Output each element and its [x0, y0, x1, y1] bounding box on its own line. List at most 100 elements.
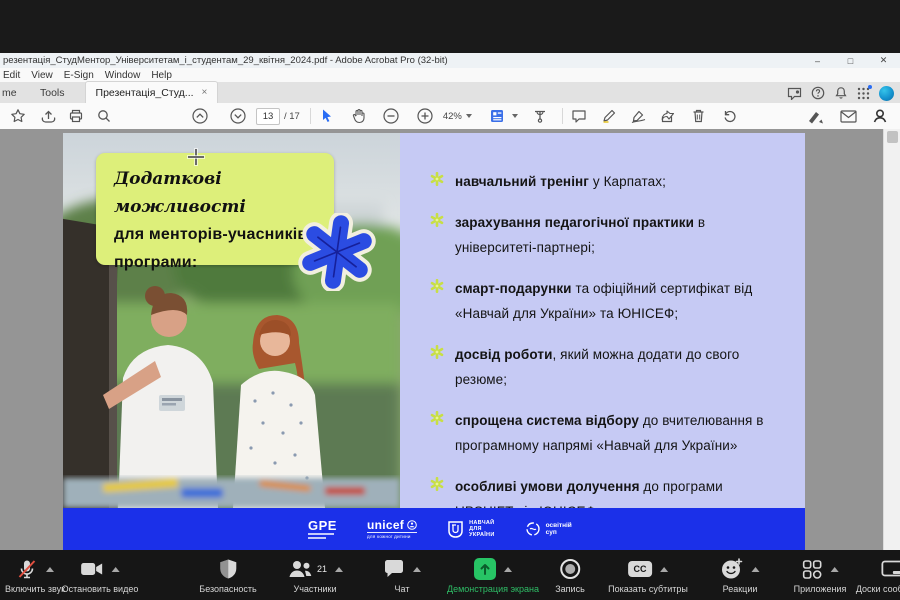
mic-options-chevron[interactable] [46, 567, 54, 572]
apps-button[interactable]: Приложения [794, 557, 847, 594]
menu-esign[interactable]: E-Sign [64, 70, 94, 81]
feedback-icon[interactable] [787, 87, 802, 100]
previous-page-icon[interactable] [188, 105, 212, 127]
acrobat-titlebar: резентація_СтудМентор_Університетам_і_ст… [0, 53, 900, 68]
bullet-list: навчальний тренінг у Карпатах; зарахуван… [430, 169, 780, 540]
close-button[interactable]: ✕ [867, 53, 900, 68]
subtitles-options-chevron[interactable] [660, 567, 668, 572]
scrollbar-thumb[interactable] [887, 131, 898, 143]
delete-trash-icon[interactable] [687, 105, 711, 127]
tab-tools[interactable]: Tools [30, 82, 75, 103]
share-screen-button[interactable]: Демонстрация экрана [447, 557, 539, 594]
list-item: спрощена система відбору до вчителювання… [430, 408, 780, 458]
highlight-pencil-icon[interactable] [597, 105, 621, 127]
page-view-icon[interactable] [486, 105, 510, 127]
user-avatar[interactable] [879, 86, 894, 101]
asterisk-bullet-icon [430, 213, 444, 260]
list-item: навчальний тренінг у Карпатах; [430, 169, 780, 194]
zoom-dropdown-caret[interactable] [466, 114, 472, 118]
slide-text-panel: навчальний тренінг у Карпатах; зарахуван… [400, 133, 805, 508]
unicef-logo-subtext: для кожної дитини [367, 532, 417, 539]
chat-label: Чат [395, 584, 410, 594]
menu-edit[interactable]: Edit [3, 70, 20, 81]
help-icon[interactable] [811, 86, 825, 100]
chat-options-chevron[interactable] [413, 567, 421, 572]
maximize-button[interactable]: □ [834, 53, 867, 68]
notification-dot [868, 85, 872, 89]
tab-document[interactable]: Презентація_Студ... × [85, 81, 219, 103]
participants-button[interactable]: 21 Участники [287, 557, 343, 594]
apps-grid-icon[interactable] [857, 87, 870, 100]
zoom-apps-icon [802, 559, 823, 580]
participants-icon [287, 559, 313, 579]
zoom-in-icon[interactable] [413, 105, 437, 127]
osvitniy-sup-emblem-icon [525, 521, 541, 537]
acrobat-toolbar: 13 / 17 42% [0, 103, 900, 130]
print-icon[interactable] [64, 105, 88, 127]
tab-home[interactable]: me [0, 82, 30, 103]
record-button[interactable]: Запись [555, 557, 585, 594]
reactions-smiley-icon [721, 558, 744, 580]
notifications-bell-icon[interactable] [834, 86, 848, 100]
list-item: досвід роботи, який можна додати до свог… [430, 342, 780, 392]
bullet-text: досвід роботи, який можна додати до свог… [455, 342, 780, 392]
next-page-icon[interactable] [226, 105, 250, 127]
video-camera-icon [80, 560, 104, 578]
select-pointer-icon[interactable] [315, 105, 339, 127]
zoom-level-value[interactable]: 42% [443, 111, 462, 122]
unmute-button[interactable]: Включить звук [5, 557, 65, 594]
account-person-icon[interactable] [868, 105, 892, 127]
stop-video-button[interactable]: Остановить видео [62, 557, 139, 594]
whiteboards-button[interactable]: Доски сообщений [856, 557, 900, 594]
email-icon[interactable] [836, 105, 860, 127]
menu-help[interactable]: Help [151, 70, 172, 81]
menu-view[interactable]: View [31, 70, 53, 81]
list-item: зарахування педагогічної практики в унів… [430, 210, 780, 260]
window-title: резентація_СтудМентор_Університетам_і_ст… [3, 55, 448, 66]
page-view-caret[interactable] [512, 114, 518, 118]
chat-bubble-icon [383, 559, 405, 579]
crosshair-cursor [188, 149, 204, 165]
reactions-options-chevron[interactable] [752, 567, 760, 572]
minimize-button[interactable]: – [801, 53, 834, 68]
bullet-text: зарахування педагогічної практики в унів… [455, 210, 780, 260]
presenter-tool-icon[interactable] [528, 105, 552, 127]
unicef-logo: unicef для кожної дитини [367, 520, 417, 539]
share-screen-label: Демонстрация экрана [447, 584, 539, 594]
teach-for-ukraine-logo: НАВЧАЙ ДЛЯ УКРАЇНИ [447, 520, 494, 539]
share-upload-icon[interactable] [36, 105, 60, 127]
tab-row: me Tools Презентація_Студ... × [0, 82, 900, 103]
hand-tool-icon[interactable] [347, 105, 371, 127]
whiteboards-label: Доски сообщений [856, 584, 900, 594]
tab-close-icon[interactable]: × [202, 87, 208, 98]
sign-pen-icon[interactable] [627, 105, 651, 127]
apps-options-chevron[interactable] [831, 567, 839, 572]
security-button[interactable]: Безопасность [199, 557, 256, 594]
record-icon [559, 558, 581, 580]
zoom-meeting-toolbar: Включить звук Остановить видео Безопасно… [0, 550, 900, 600]
whiteboard-icon [881, 560, 900, 579]
stop-video-label: Остановить видео [62, 584, 139, 594]
reactions-label: Реакции [723, 584, 758, 594]
page-number-input[interactable]: 13 [256, 108, 280, 125]
undo-icon[interactable] [717, 105, 741, 127]
tab-document-label: Презентація_Студ... [96, 87, 194, 99]
video-options-chevron[interactable] [112, 567, 120, 572]
pdf-slide: навчальний тренінг у Карпатах; зарахуван… [63, 133, 805, 550]
pen-tools-icon[interactable] [804, 105, 828, 127]
participants-label: Участники [293, 584, 336, 594]
comment-icon[interactable] [567, 105, 591, 127]
menu-window[interactable]: Window [105, 70, 141, 81]
reactions-button[interactable]: Реакции [721, 557, 760, 594]
soup-logo-line1: освітній [546, 522, 572, 529]
send-export-icon[interactable] [657, 105, 681, 127]
vertical-scrollbar[interactable] [883, 129, 900, 550]
asterisk-bullet-icon [430, 411, 444, 458]
chat-button[interactable]: Чат [383, 557, 421, 594]
search-icon[interactable] [92, 105, 116, 127]
favorite-star-icon[interactable] [6, 105, 30, 127]
participants-options-chevron[interactable] [335, 567, 343, 572]
share-options-chevron[interactable] [504, 567, 512, 572]
zoom-out-icon[interactable] [379, 105, 403, 127]
subtitles-button[interactable]: CC Показать субтитры [608, 557, 688, 594]
